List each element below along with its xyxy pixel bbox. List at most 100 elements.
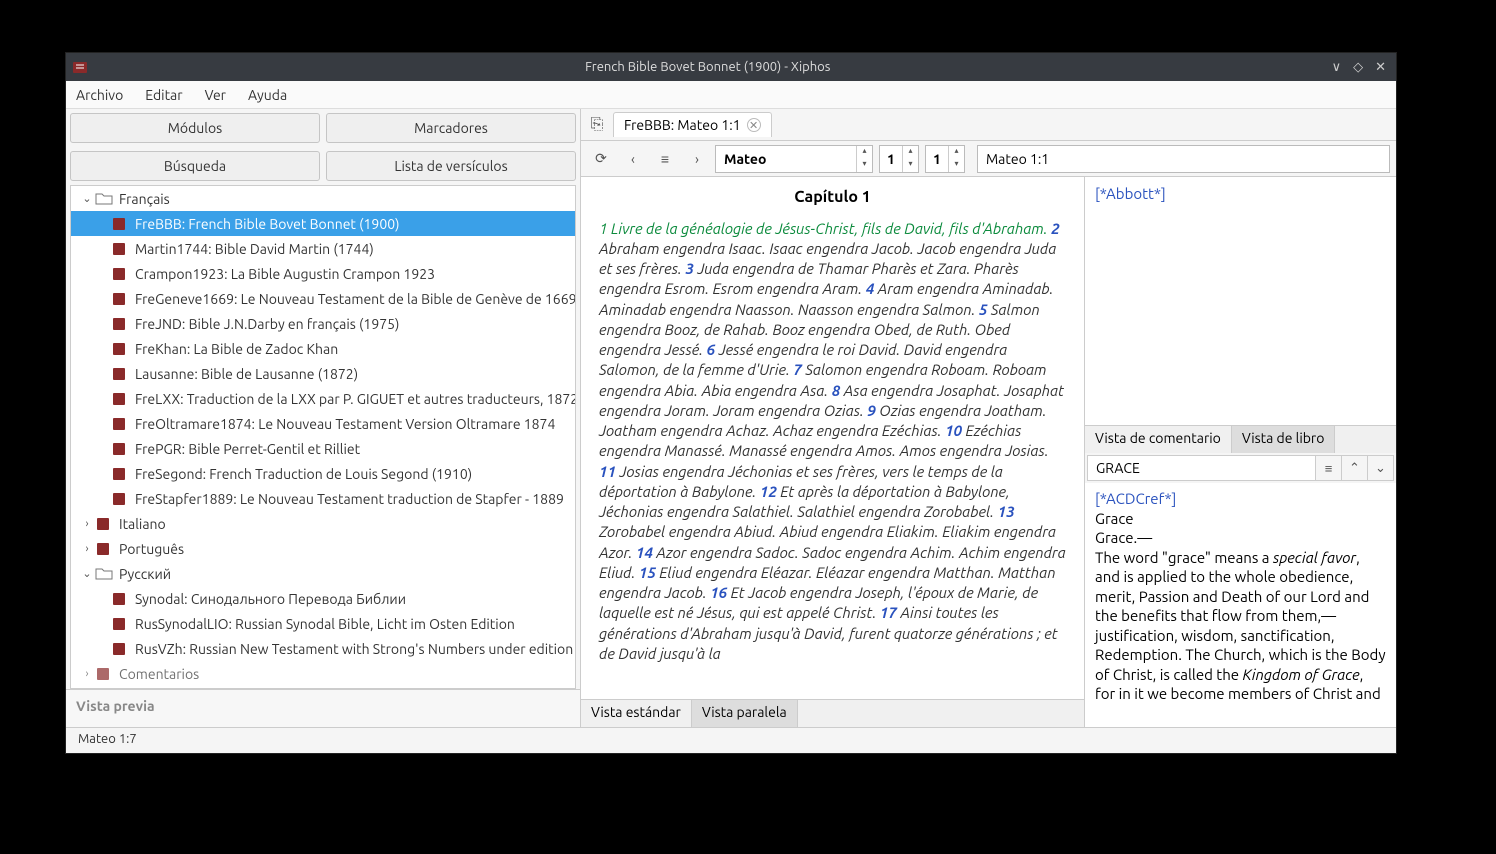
scripture-text[interactable]: Capítulo 1 1 Livre de la généalogie de J… [581,177,1084,699]
tree-item[interactable]: FreStapfer1889: Le Nouveau Testament tra… [71,486,575,511]
tree-item[interactable]: FreLXX: Traduction de la LXX par P. GIGU… [71,386,575,411]
ch-up-icon[interactable]: ▴ [903,146,918,159]
chevron-right-icon[interactable]: › [79,543,95,555]
verse-number[interactable]: 5 [979,301,987,318]
refresh-icon[interactable]: ⟳ [587,145,615,173]
book-down-icon[interactable]: ▾ [857,159,872,172]
chevron-down-icon[interactable]: ⌄ [79,192,95,205]
tab-parallel-view[interactable]: Vista paralela [692,700,798,727]
verse-number[interactable]: 15 [639,564,656,581]
verse-number[interactable]: 12 [760,483,777,500]
tree-item[interactable]: Synodal: Синодального Перевода Библии [71,586,575,611]
book-up-icon[interactable]: ▴ [857,146,872,159]
menu-view[interactable]: Ver [205,87,226,103]
dict-ref-link[interactable]: [*ACDCref*] [1095,490,1176,507]
verse-number[interactable]: 1 [599,220,607,237]
verse-selector[interactable]: ▴▾ [925,145,965,173]
window-title: French Bible Bovet Bonnet (1900) - Xipho… [94,60,1322,74]
verse-input[interactable] [926,151,948,167]
chevron-right-icon[interactable]: › [79,518,95,530]
tree-lang-fr[interactable]: ⌄ Français [71,186,575,211]
titlebar: French Bible Bovet Bonnet (1900) - Xipho… [66,53,1396,81]
verse-number[interactable]: 16 [710,584,727,601]
tree-item[interactable]: FrePGR: Bible Perret-Gentil et Rilliet [71,436,575,461]
view-tabs-bottom: Vista estándar Vista paralela [581,699,1084,727]
verse-number[interactable]: 7 [793,361,801,378]
verse-number[interactable]: 6 [707,341,715,358]
tree-lang-ru[interactable]: ⌄ Русский [71,561,575,586]
verse-number[interactable]: 13 [998,503,1015,520]
verse-number[interactable]: 3 [685,260,693,277]
book-icon [111,442,129,456]
vs-down-icon[interactable]: ▾ [949,159,964,172]
forward-icon[interactable]: › [683,145,711,173]
commentary-view-tabs: Vista de comentario Vista de libro [1085,425,1396,453]
tree-item[interactable]: FreBBB: French Bible Bovet Bonnet (1900) [71,211,575,236]
tree-item[interactable]: FreKhan: La Bible de Zadoc Khan [71,336,575,361]
tab-book-view[interactable]: Vista de libro [1232,426,1336,453]
tree-item[interactable]: FreSegond: French Traduction de Louis Se… [71,461,575,486]
reference-input[interactable]: Mateo 1:1 [977,145,1390,173]
tab-standard-view[interactable]: Vista estándar [581,700,692,727]
tab-label: FreBBB: Mateo 1:1 [624,117,741,133]
verse-number[interactable]: 9 [867,402,875,419]
dict-headword: Grace [1095,510,1134,527]
tree-item[interactable]: FreOltramare1874: Le Nouveau Testament V… [71,411,575,436]
verselist-button[interactable]: Lista de versículos [326,151,576,181]
verse-number[interactable]: 10 [945,422,962,439]
tree-lang-pt[interactable]: › Português [71,536,575,561]
chapter-input[interactable] [880,151,902,167]
verse-number[interactable]: 8 [832,382,840,399]
minimize-icon[interactable]: ∨ [1332,60,1342,75]
dict-down-icon[interactable]: ⌄ [1367,456,1393,480]
chevron-right-icon[interactable]: › [79,668,95,680]
dictionary-pane[interactable]: [*ACDCref*] Grace Grace.— The word "grac… [1085,483,1396,727]
dict-search-input[interactable] [1088,456,1315,480]
tab-close-icon[interactable]: ✕ [747,118,761,132]
new-tab-icon[interactable]: ⎘ [585,113,609,137]
tree-item[interactable]: FreGeneve1669: Le Nouveau Testament de l… [71,286,575,311]
verse-number[interactable]: 14 [636,544,653,561]
right-pane: [*Abbott*] Vista de comentario Vista de … [1084,177,1396,727]
verse-number[interactable]: 17 [880,604,897,621]
modules-button[interactable]: Módulos [70,113,320,143]
ch-down-icon[interactable]: ▾ [903,159,918,172]
chevron-down-icon[interactable]: ⌄ [79,567,95,580]
tree-item[interactable]: RusSynodalLIO: Russian Synodal Bible, Li… [71,611,575,636]
menu-file[interactable]: Archivo [76,87,123,103]
module-tree[interactable]: ⌄ Français FreBBB: French Bible Bovet Bo… [70,185,576,689]
menu-help[interactable]: Ayuda [248,87,287,103]
bookmarks-button[interactable]: Marcadores [326,113,576,143]
commentary-link[interactable]: [*Abbott*] [1095,185,1166,202]
tab-active[interactable]: FreBBB: Mateo 1:1 ✕ [613,112,772,137]
book-icon [111,592,129,606]
verse-number[interactable]: 2 [1051,220,1059,237]
dict-menu-icon[interactable]: ≡ [1315,456,1341,480]
vs-up-icon[interactable]: ▴ [949,146,964,159]
commentary-pane[interactable]: [*Abbott*] [1085,177,1396,425]
tree-commentaries[interactable]: › Comentarios [71,661,575,686]
tab-commentary-view[interactable]: Vista de comentario [1085,426,1232,453]
menu-edit[interactable]: Editar [145,87,182,103]
search-button[interactable]: Búsqueda [70,151,320,181]
dict-up-icon[interactable]: ⌃ [1341,456,1367,480]
tree-item[interactable]: Lausanne: Bible de Lausanne (1872) [71,361,575,386]
book-icon [111,617,129,631]
maximize-icon[interactable]: ◇ [1353,60,1363,75]
tree-item[interactable]: Martin1744: Bible David Martin (1744) [71,236,575,261]
verse-number[interactable]: 11 [599,463,616,480]
back-icon[interactable]: ‹ [619,145,647,173]
close-icon[interactable]: ✕ [1375,60,1386,75]
tree-item[interactable]: FreJND: Bible J.N.Darby en français (197… [71,311,575,336]
book-icon [111,392,129,406]
chapter-selector[interactable]: ▴▾ [879,145,919,173]
tree-item[interactable]: Crampon1923: La Bible Augustin Crampon 1… [71,261,575,286]
book-icon [95,517,113,531]
verse-number[interactable]: 4 [866,280,874,297]
book-selector[interactable]: ▴▾ [715,145,873,173]
menu-icon[interactable]: ≡ [651,145,679,173]
book-input[interactable] [716,151,856,167]
tree-lang-it[interactable]: › Italiano [71,511,575,536]
tree-item[interactable]: RusVZh: Russian New Testament with Stron… [71,636,575,661]
book-icon [111,342,129,356]
